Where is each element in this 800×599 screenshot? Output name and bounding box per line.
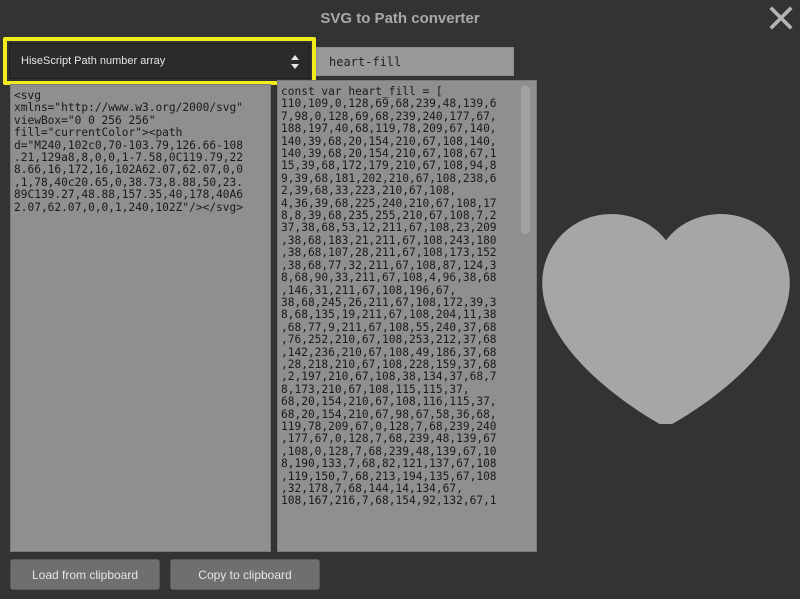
up-down-arrows-icon (291, 55, 299, 69)
heart-icon (542, 214, 790, 424)
path-output-textarea[interactable]: const var heart_fill = [ 110,109,0,128,6… (277, 80, 537, 552)
title-bar: SVG to Path converter (0, 0, 800, 36)
close-icon[interactable] (768, 5, 794, 31)
load-from-clipboard-button[interactable]: Load from clipboard (10, 559, 160, 590)
copy-to-clipboard-button[interactable]: Copy to clipboard (170, 559, 320, 590)
svg-input-textarea[interactable]: <svg xmlns="http://www.w3.org/2000/svg" … (10, 84, 271, 552)
format-dropdown-label: HiseScript Path number array (21, 55, 166, 67)
format-dropdown[interactable]: HiseScript Path number array (9, 43, 310, 79)
variable-name-input[interactable] (316, 47, 514, 76)
output-scrollbar[interactable] (521, 86, 530, 234)
window-title: SVG to Path converter (320, 9, 480, 27)
